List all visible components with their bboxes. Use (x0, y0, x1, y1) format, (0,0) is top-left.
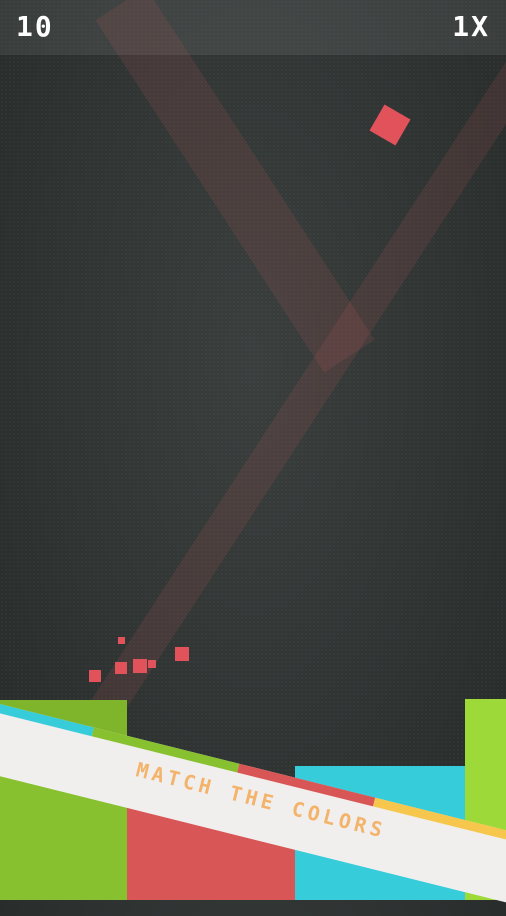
red-particle (118, 637, 125, 644)
score-counter: 10 (16, 10, 54, 43)
red-particle (175, 647, 189, 661)
hud-bar: 10 1X (0, 0, 506, 55)
red-particle (133, 659, 147, 673)
red-particle (89, 670, 101, 682)
red-particle (115, 662, 127, 674)
score-multiplier: 1X (452, 10, 490, 43)
red-particle (148, 660, 156, 668)
